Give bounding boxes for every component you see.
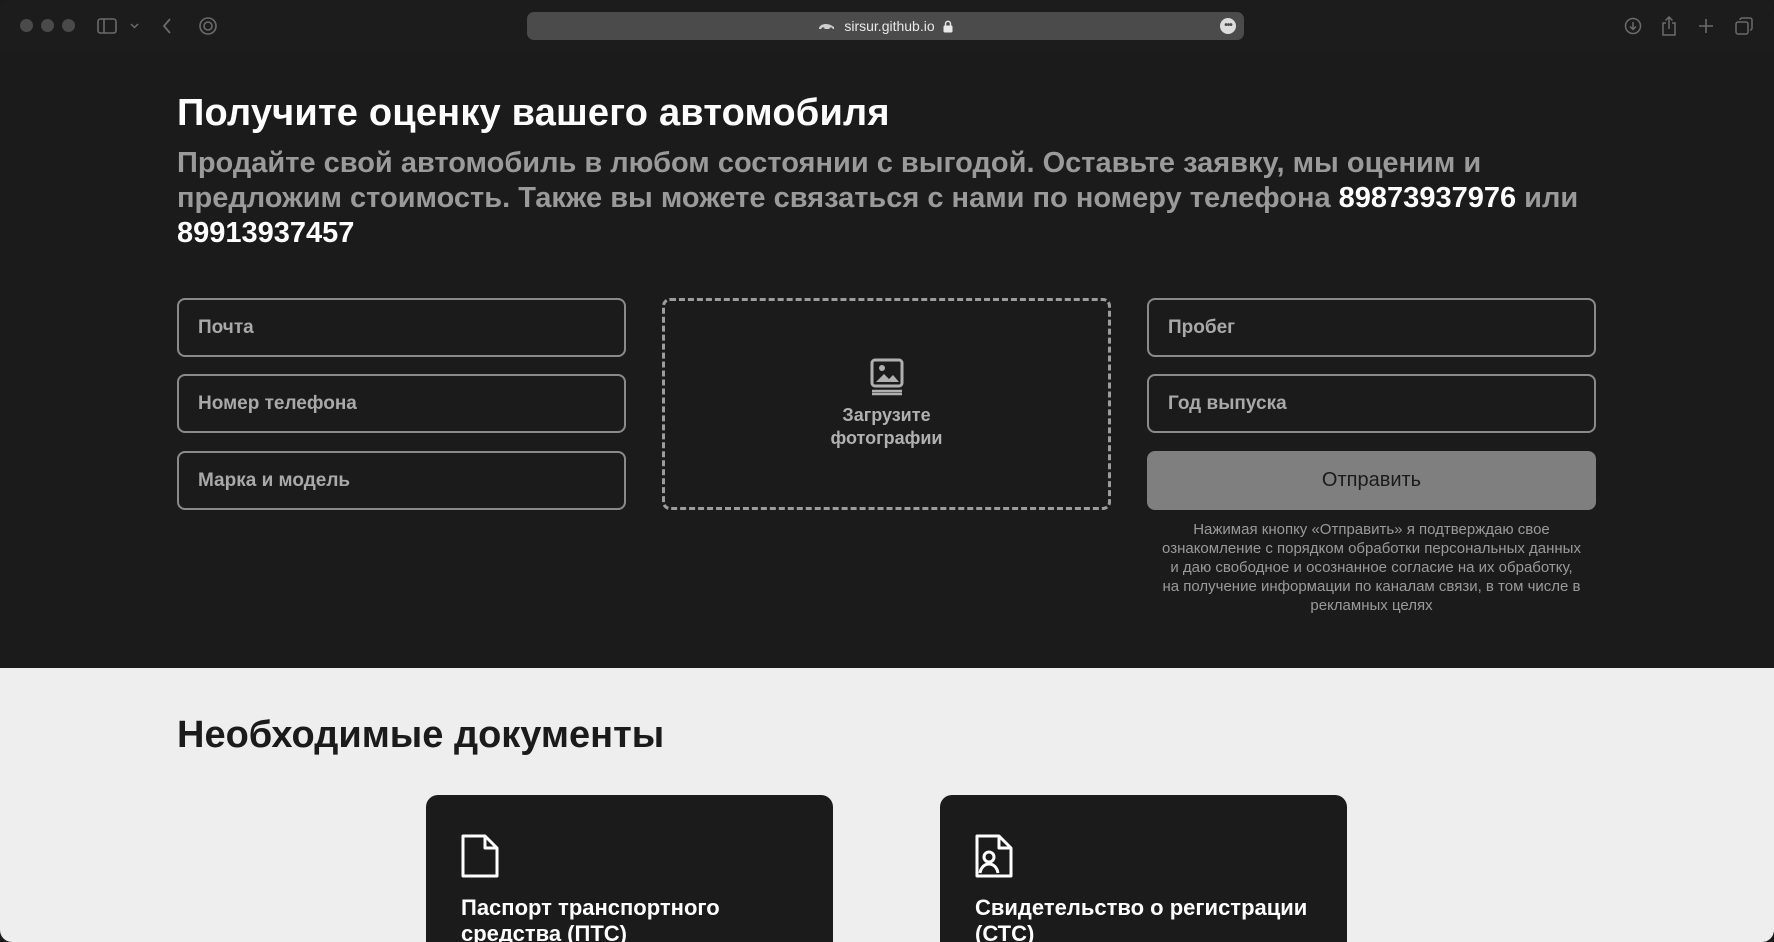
document-icon bbox=[461, 834, 499, 878]
back-icon[interactable] bbox=[162, 14, 172, 38]
mileage-placeholder: Пробег bbox=[1168, 316, 1236, 338]
window-controls bbox=[20, 19, 75, 32]
share-icon[interactable] bbox=[1661, 14, 1677, 38]
phone-field[interactable]: Номер телефона bbox=[177, 374, 626, 433]
site-favicon-icon bbox=[819, 24, 835, 31]
phone-number-1[interactable]: 89873937976 bbox=[1339, 182, 1516, 214]
mileage-field[interactable]: Пробег bbox=[1147, 298, 1596, 357]
chevron-down-icon[interactable] bbox=[130, 14, 139, 38]
address-bar[interactable]: sirsur.github.io ••• bbox=[527, 12, 1244, 40]
page-title: Получите оценку вашего автомобиля bbox=[177, 92, 890, 134]
zoom-window-button[interactable] bbox=[62, 19, 75, 32]
image-upload-icon bbox=[870, 358, 903, 396]
phone-placeholder: Номер телефона bbox=[198, 392, 357, 414]
car-model-placeholder: Марка и модель bbox=[198, 469, 351, 491]
new-tab-icon[interactable] bbox=[1698, 14, 1714, 38]
document-card-pts: Паспорт транспортного средства (ПТС) bbox=[426, 795, 833, 942]
car-model-field[interactable]: Марка и модель bbox=[177, 451, 626, 510]
url-text: sirsur.github.io bbox=[844, 18, 935, 34]
email-placeholder: Почта bbox=[198, 316, 254, 338]
submit-button[interactable]: Отправить bbox=[1147, 451, 1596, 510]
upload-label-line1: Загрузите bbox=[842, 405, 931, 425]
documents-section: Необходимые документы Паспорт транспортн… bbox=[0, 668, 1774, 942]
phone-number-2[interactable]: 89913937457 bbox=[177, 217, 354, 249]
privacy-icon[interactable] bbox=[198, 14, 218, 38]
sidebar-icon[interactable] bbox=[97, 14, 117, 38]
consent-text: Нажимая кнопку «Отправить» я подтверждаю… bbox=[1162, 521, 1581, 614]
year-placeholder: Год выпуска bbox=[1168, 392, 1287, 414]
subtitle-or: или bbox=[1516, 182, 1579, 214]
valuation-section: Получите оценку вашего автомобиля Продай… bbox=[0, 52, 1774, 668]
browser-window: sirsur.github.io ••• Получите оценку ваш… bbox=[0, 0, 1774, 942]
lock-icon bbox=[943, 20, 953, 32]
registration-document-icon bbox=[975, 834, 1013, 878]
page-subtitle: Продайте свой автомобиль в любом состоян… bbox=[177, 146, 1617, 251]
document-card-sts: Свидетельство о регистрации (СТС) bbox=[940, 795, 1347, 942]
email-field[interactable]: Почта bbox=[177, 298, 626, 357]
tabs-overview-icon[interactable] bbox=[1735, 14, 1753, 38]
document-card-label: Свидетельство о регистрации (СТС) bbox=[975, 895, 1308, 942]
upload-label-line2: фотографии bbox=[830, 428, 943, 448]
more-icon[interactable]: ••• bbox=[1220, 18, 1236, 34]
documents-title: Необходимые документы bbox=[177, 714, 665, 756]
download-icon[interactable] bbox=[1624, 14, 1642, 38]
close-window-button[interactable] bbox=[20, 19, 33, 32]
subtitle-text: Продайте свой автомобиль в любом состоян… bbox=[177, 147, 1482, 214]
year-field[interactable]: Год выпуска bbox=[1147, 374, 1596, 433]
browser-toolbar: sirsur.github.io ••• bbox=[0, 0, 1774, 52]
minimize-window-button[interactable] bbox=[41, 19, 54, 32]
document-card-label: Паспорт транспортного средства (ПТС) bbox=[461, 895, 720, 942]
photo-upload-dropzone[interactable]: Загрузите фотографии bbox=[662, 298, 1111, 510]
